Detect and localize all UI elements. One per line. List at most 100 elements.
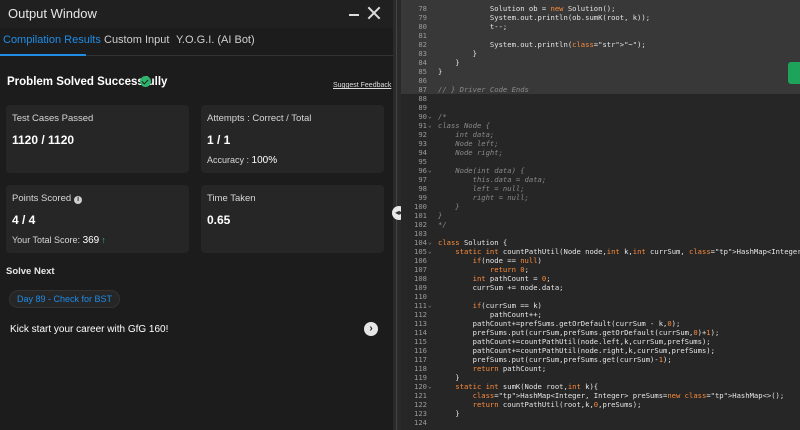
solve-next-heading: Solve Next: [6, 266, 55, 277]
code-line[interactable]: 124: [401, 418, 800, 427]
line-code: static int countPathUtil(Node node,int k…: [455, 247, 800, 256]
fold-chevron-icon[interactable]: ⌄: [428, 121, 432, 130]
code-line[interactable]: 81: [401, 31, 800, 40]
output-titlebar: Output Window: [0, 0, 393, 28]
code-line[interactable]: 108 int pathCount = 0;: [401, 274, 800, 283]
minimize-icon[interactable]: [349, 14, 359, 16]
tab-custom-input[interactable]: Custom Input: [104, 34, 169, 46]
line-code: // } Driver Code Ends: [438, 85, 529, 94]
line-number: 97: [418, 175, 427, 184]
code-line[interactable]: 93 Node left;: [401, 139, 800, 148]
code-line[interactable]: 121 class="tp">HashMap<Integer, Integer>…: [401, 391, 800, 400]
line-code: class="tp">HashMap<Integer, Integer> pre…: [472, 391, 785, 400]
line-code: Solution ob = new Solution();: [438, 4, 616, 13]
tab-yogi-ai-bot[interactable]: Y.O.G.I. (AI Bot): [176, 34, 255, 46]
line-number: 121: [414, 391, 427, 400]
line-number: 85: [418, 67, 427, 76]
fold-chevron-icon[interactable]: ⌄: [428, 301, 432, 310]
code-line[interactable]: 122 return countPathUtil(root,k,0,preSum…: [401, 400, 800, 409]
code-line[interactable]: 101}: [401, 211, 800, 220]
tab-compilation-results[interactable]: Compilation Results: [3, 34, 101, 46]
line-number: 105: [414, 247, 427, 256]
code-line[interactable]: 97 this.data = data;: [401, 175, 800, 184]
code-line[interactable]: 119 }: [401, 373, 800, 382]
code-line[interactable]: 105 ⌄ static int countPathUtil(Node node,…: [401, 247, 800, 256]
code-line[interactable]: 87 // } Driver Code Ends: [401, 85, 800, 94]
fold-chevron-icon[interactable]: ⌄: [428, 238, 432, 247]
line-number: 123: [414, 409, 427, 418]
side-badge-icon[interactable]: [788, 62, 800, 84]
code-line[interactable]: 102 */: [401, 220, 800, 229]
line-number: 101: [414, 211, 427, 220]
code-line[interactable]: 90 ⌄ /*: [401, 112, 800, 121]
fold-chevron-icon[interactable]: ⌄: [428, 166, 432, 175]
code-line[interactable]: 116 pathCount+=countPathUtil(node.right,…: [401, 346, 800, 355]
points-label-row: Points Scored i: [12, 193, 83, 204]
code-line[interactable]: 88: [401, 94, 800, 103]
line-number: 102: [414, 220, 427, 229]
code-line[interactable]: 92 int data;: [401, 130, 800, 139]
code-line[interactable]: 96 ⌄ Node(int data) {: [401, 166, 800, 175]
line-number: 98: [418, 184, 427, 193]
code-line[interactable]: 94 Node right;: [401, 148, 800, 157]
code-line[interactable]: 115 pathCount+=countPathUtil(node.left,k…: [401, 337, 800, 346]
code-line[interactable]: 111 ⌄ if(currSum == k): [401, 301, 800, 310]
line-number: 106: [414, 256, 427, 265]
output-panel: Output Window Compilation Results Custom…: [0, 0, 393, 430]
suggest-feedback-link[interactable]: Suggest Feedback: [333, 82, 391, 89]
code-line[interactable]: 78 Solution ob = new Solution();: [401, 4, 800, 13]
line-code: currSum += node.data;: [438, 283, 564, 292]
line-code: class Node {: [438, 121, 490, 130]
code-line[interactable]: 99 right = null;: [401, 193, 800, 202]
code-line[interactable]: 103: [401, 229, 800, 238]
fold-chevron-icon[interactable]: ⌄: [428, 112, 432, 121]
code-line[interactable]: 84 }: [401, 58, 800, 67]
code-line[interactable]: 91 ⌄ class Node {: [401, 121, 800, 130]
total-score-line: Your Total Score: 369 ↑: [12, 235, 106, 246]
code-line[interactable]: 83 }: [401, 49, 800, 58]
line-number: 86: [418, 76, 427, 85]
close-icon[interactable]: [367, 6, 381, 20]
code-line[interactable]: 113 pathCount+=prefSums.getOrDefault(cur…: [401, 319, 800, 328]
code-line[interactable]: 107 return 0;: [401, 265, 800, 274]
code-line[interactable]: 95: [401, 157, 800, 166]
code-line[interactable]: 123 }: [401, 409, 800, 418]
line-number: 113: [414, 319, 427, 328]
code-line[interactable]: 106 if(node == null): [401, 256, 800, 265]
promo-text[interactable]: Kick start your career with GfG 160!: [10, 324, 168, 335]
code-line[interactable]: 110: [401, 292, 800, 301]
line-code: }: [438, 373, 460, 382]
code-line[interactable]: 112 pathCount++;: [401, 310, 800, 319]
line-number: 112: [414, 310, 427, 319]
code-line[interactable]: 117 prefSums.put(currSum,prefSums.get(cu…: [401, 355, 800, 364]
line-number: 117: [414, 355, 427, 364]
line-number: 93: [418, 139, 427, 148]
line-number: 114: [414, 328, 427, 337]
line-code: t--;: [438, 22, 508, 31]
fold-chevron-icon[interactable]: ⌄: [428, 382, 432, 391]
code-line[interactable]: 79 System.out.println(ob.sumK(root, k));: [401, 13, 800, 22]
code-line[interactable]: 80 t--;: [401, 22, 800, 31]
line-number: 80: [418, 22, 427, 31]
code-line[interactable]: 118 return pathCount;: [401, 364, 800, 373]
line-code: int data;: [438, 130, 495, 139]
code-line[interactable]: 82 System.out.println(class="str">"~");: [401, 40, 800, 49]
code-line[interactable]: 109 currSum += node.data;: [401, 283, 800, 292]
info-icon[interactable]: i: [74, 196, 83, 204]
fold-chevron-icon[interactable]: ⌄: [428, 247, 432, 256]
line-number: 120: [414, 382, 427, 391]
code-line[interactable]: 85}: [401, 67, 800, 76]
code-line[interactable]: 120 ⌄ static int sumK(Node root,int k){: [401, 382, 800, 391]
output-tabs: Compilation Results Custom Input Y.O.G.I…: [0, 28, 393, 56]
line-code: }: [438, 58, 460, 67]
code-line[interactable]: 98 left = null;: [401, 184, 800, 193]
code-line[interactable]: 104 ⌄ class Solution {: [401, 238, 800, 247]
line-number: 115: [414, 337, 427, 346]
code-line[interactable]: 100 }: [401, 202, 800, 211]
chevron-right-icon[interactable]: ›: [364, 322, 378, 336]
line-code: prefSums.put(currSum,prefSums.get(currSu…: [438, 355, 672, 364]
code-line[interactable]: 89: [401, 103, 800, 112]
next-problem-pill[interactable]: Day 89 - Check for BST: [9, 290, 121, 308]
code-line[interactable]: 114 prefSums.put(currSum,prefSums.getOrD…: [401, 328, 800, 337]
code-line[interactable]: 86: [401, 76, 800, 85]
